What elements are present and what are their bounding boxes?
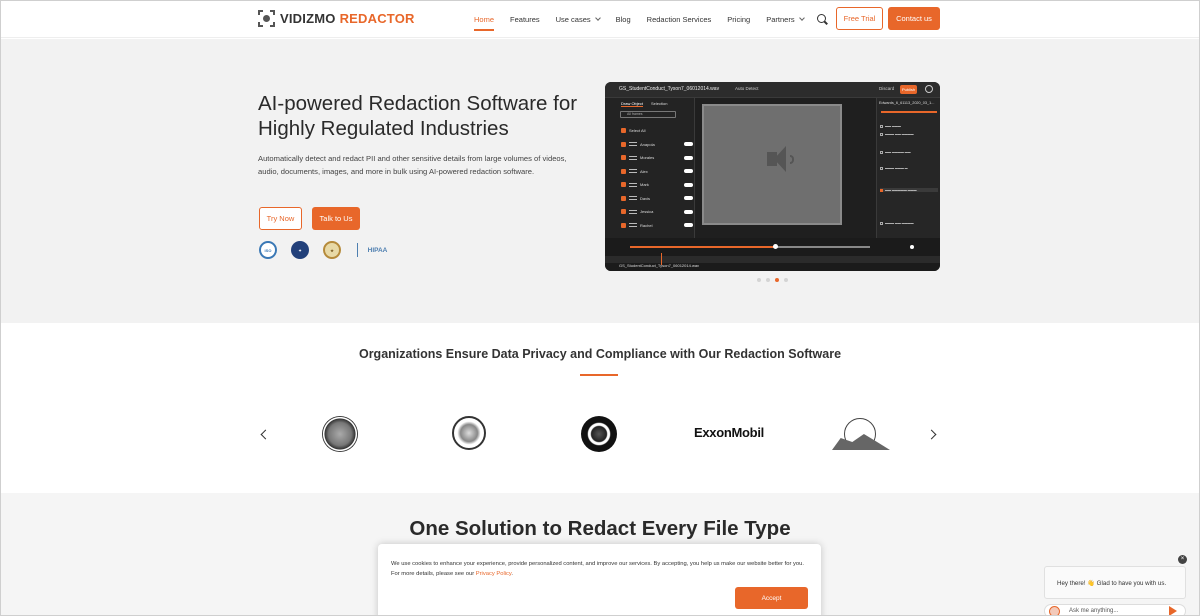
list-item: Mark: [621, 178, 693, 192]
logo[interactable]: VIDIZMO REDACTOR: [258, 10, 415, 27]
transcript-slider: [881, 111, 937, 113]
screenshot-search: All frames: [620, 111, 676, 118]
orgs-divider: [580, 374, 618, 376]
carousel-dots: [757, 278, 788, 282]
society-seal-logo: [826, 416, 894, 452]
transcript-line: ▬▬▬ ▬▬ ▬▬▬▬: [880, 132, 938, 136]
transcript-line: ▬▬ ▬▬▬: [880, 124, 938, 128]
cookie-text: We use cookies to enhance your experienc…: [391, 561, 804, 577]
logo-text: VIDIZMO REDACTOR: [280, 11, 415, 26]
list-item: Davis: [621, 192, 693, 206]
chevron-down-icon: [798, 14, 805, 21]
certification-badges: ISO ✦ ★ HIPAA: [259, 241, 389, 259]
contact-us-button[interactable]: Contact us: [888, 7, 940, 30]
list-item: Jessica: [621, 205, 693, 219]
carousel-prev-arrow-icon[interactable]: [260, 429, 271, 440]
nav-pricing[interactable]: Pricing: [727, 0, 750, 38]
hipaa-label: HIPAA: [367, 246, 388, 254]
search-icon[interactable]: [817, 14, 826, 23]
gear-icon: [925, 85, 933, 93]
chat-input-bar[interactable]: Ask me anything...: [1044, 604, 1186, 616]
transcript-line: ▬▬ ▬▬▬▬ ▬▬: [880, 150, 938, 154]
county-seal-logo: [322, 416, 358, 452]
timeline: GS_StudentConduct_Tyson7_06012014.wav: [605, 238, 940, 271]
chat-close-icon[interactable]: ×: [1178, 555, 1187, 564]
tab-selection: Selection: [651, 101, 668, 106]
cert-badge-icon: ✦: [291, 241, 309, 259]
screenshot-object-panel: Draw Object Selection All frames Select …: [605, 98, 695, 238]
screenshot-toolbar: GS_StudentConduct_Tyson7_06012014.wav Au…: [605, 82, 940, 98]
carousel-dot-active[interactable]: [775, 278, 779, 282]
transcript-line: ▬▬▬ ▬▬▬ ▬: [880, 166, 938, 170]
timeline-filename: GS_StudentConduct_Tyson7_06012014.wav: [619, 263, 700, 268]
hero-section: AI-powered Redaction Software for Highly…: [0, 39, 1200, 323]
nav-home[interactable]: Home: [474, 0, 495, 38]
seal-badge-icon: ★: [323, 241, 341, 259]
cookie-banner: We use cookies to enhance your experienc…: [378, 544, 821, 616]
nav-features[interactable]: Features: [510, 0, 540, 38]
list-item: Anapola: [621, 138, 693, 152]
carousel-next-arrow-icon[interactable]: [926, 429, 937, 440]
carousel-dot[interactable]: [784, 278, 788, 282]
county-seal-logo-2: [452, 416, 486, 450]
accept-cookies-button[interactable]: Accept: [735, 587, 808, 609]
transcript-panel: Edwards_6_61113_2020_03_1... ▬▬ ▬▬▬ ▬▬▬ …: [876, 98, 940, 238]
caduceus-icon: [356, 243, 366, 257]
talk-to-us-button[interactable]: Talk to Us: [312, 207, 360, 230]
discard-label: Discard: [879, 86, 895, 91]
try-now-button[interactable]: Try Now: [259, 207, 302, 230]
screenshot-tabs: Draw Object Selection: [621, 101, 667, 107]
auto-detect-label: Auto Detect: [735, 86, 759, 91]
nav-partners[interactable]: Partners: [766, 0, 805, 38]
hero-description: Automatically detect and redact PII and …: [258, 154, 567, 176]
avatar: [1049, 606, 1060, 616]
publish-label: Publish: [900, 85, 917, 94]
chat-input[interactable]: Ask me anything...: [1069, 608, 1118, 614]
transcript-line: ▬▬ ▬▬▬▬▬ ▬▬▬: [880, 188, 938, 192]
orgs-title: Organizations Ensure Data Privacy and Co…: [358, 347, 842, 361]
list-item: Select All: [621, 124, 693, 138]
playhead-knob: [773, 244, 778, 249]
nav-use-cases[interactable]: Use cases: [556, 0, 601, 38]
carousel-dot[interactable]: [757, 278, 761, 282]
nav-blog[interactable]: Blog: [616, 0, 631, 38]
list-item: Morales: [621, 151, 693, 165]
carousel-dot[interactable]: [766, 278, 770, 282]
transcript-title: Edwards_6_61113_2020_03_1...: [879, 101, 935, 105]
audio-preview: [702, 104, 842, 225]
product-screenshot: GS_StudentConduct_Tyson7_06012014.wav Au…: [605, 82, 940, 271]
nav-redaction-services[interactable]: Redaction Services: [647, 0, 712, 38]
chat-message: Hey there! 👋 Glad to have you with us.: [1057, 580, 1167, 587]
list-item: Rachel: [621, 219, 693, 233]
chevron-down-icon: [594, 14, 601, 21]
privacy-policy-link[interactable]: Privacy Policy: [476, 571, 512, 577]
iso-badge-icon: ISO: [259, 241, 277, 259]
free-trial-button[interactable]: Free Trial: [836, 7, 883, 30]
exxonmobil-logo: ExxonMobil: [694, 425, 764, 440]
object-list: Select All Anapola Morales Alex Mark Dav…: [621, 124, 693, 232]
transcript-line: ▬▬▬ ▬▬ ▬▬▬▬: [880, 221, 938, 225]
hero-title: AI-powered Redaction Software for Highly…: [258, 92, 578, 140]
logo-mark-icon: [258, 10, 275, 27]
list-item: Alex: [621, 165, 693, 179]
solution-title: One Solution to Redact Every File Type: [409, 517, 791, 540]
federal-seal-logo: [581, 416, 617, 452]
screenshot-filename: GS_StudentConduct_Tyson7_06012014.wav: [619, 86, 720, 92]
main-nav: Home Features Use cases Blog Redaction S…: [474, 0, 820, 38]
site-header: VIDIZMO REDACTOR Home Features Use cases …: [0, 0, 1200, 38]
tab-draw-object: Draw Object: [621, 101, 644, 107]
hipaa-badge: HIPAA: [355, 241, 389, 259]
send-icon[interactable]: [1169, 606, 1177, 616]
chat-bubble: Hey there! 👋 Glad to have you with us.: [1044, 566, 1186, 599]
